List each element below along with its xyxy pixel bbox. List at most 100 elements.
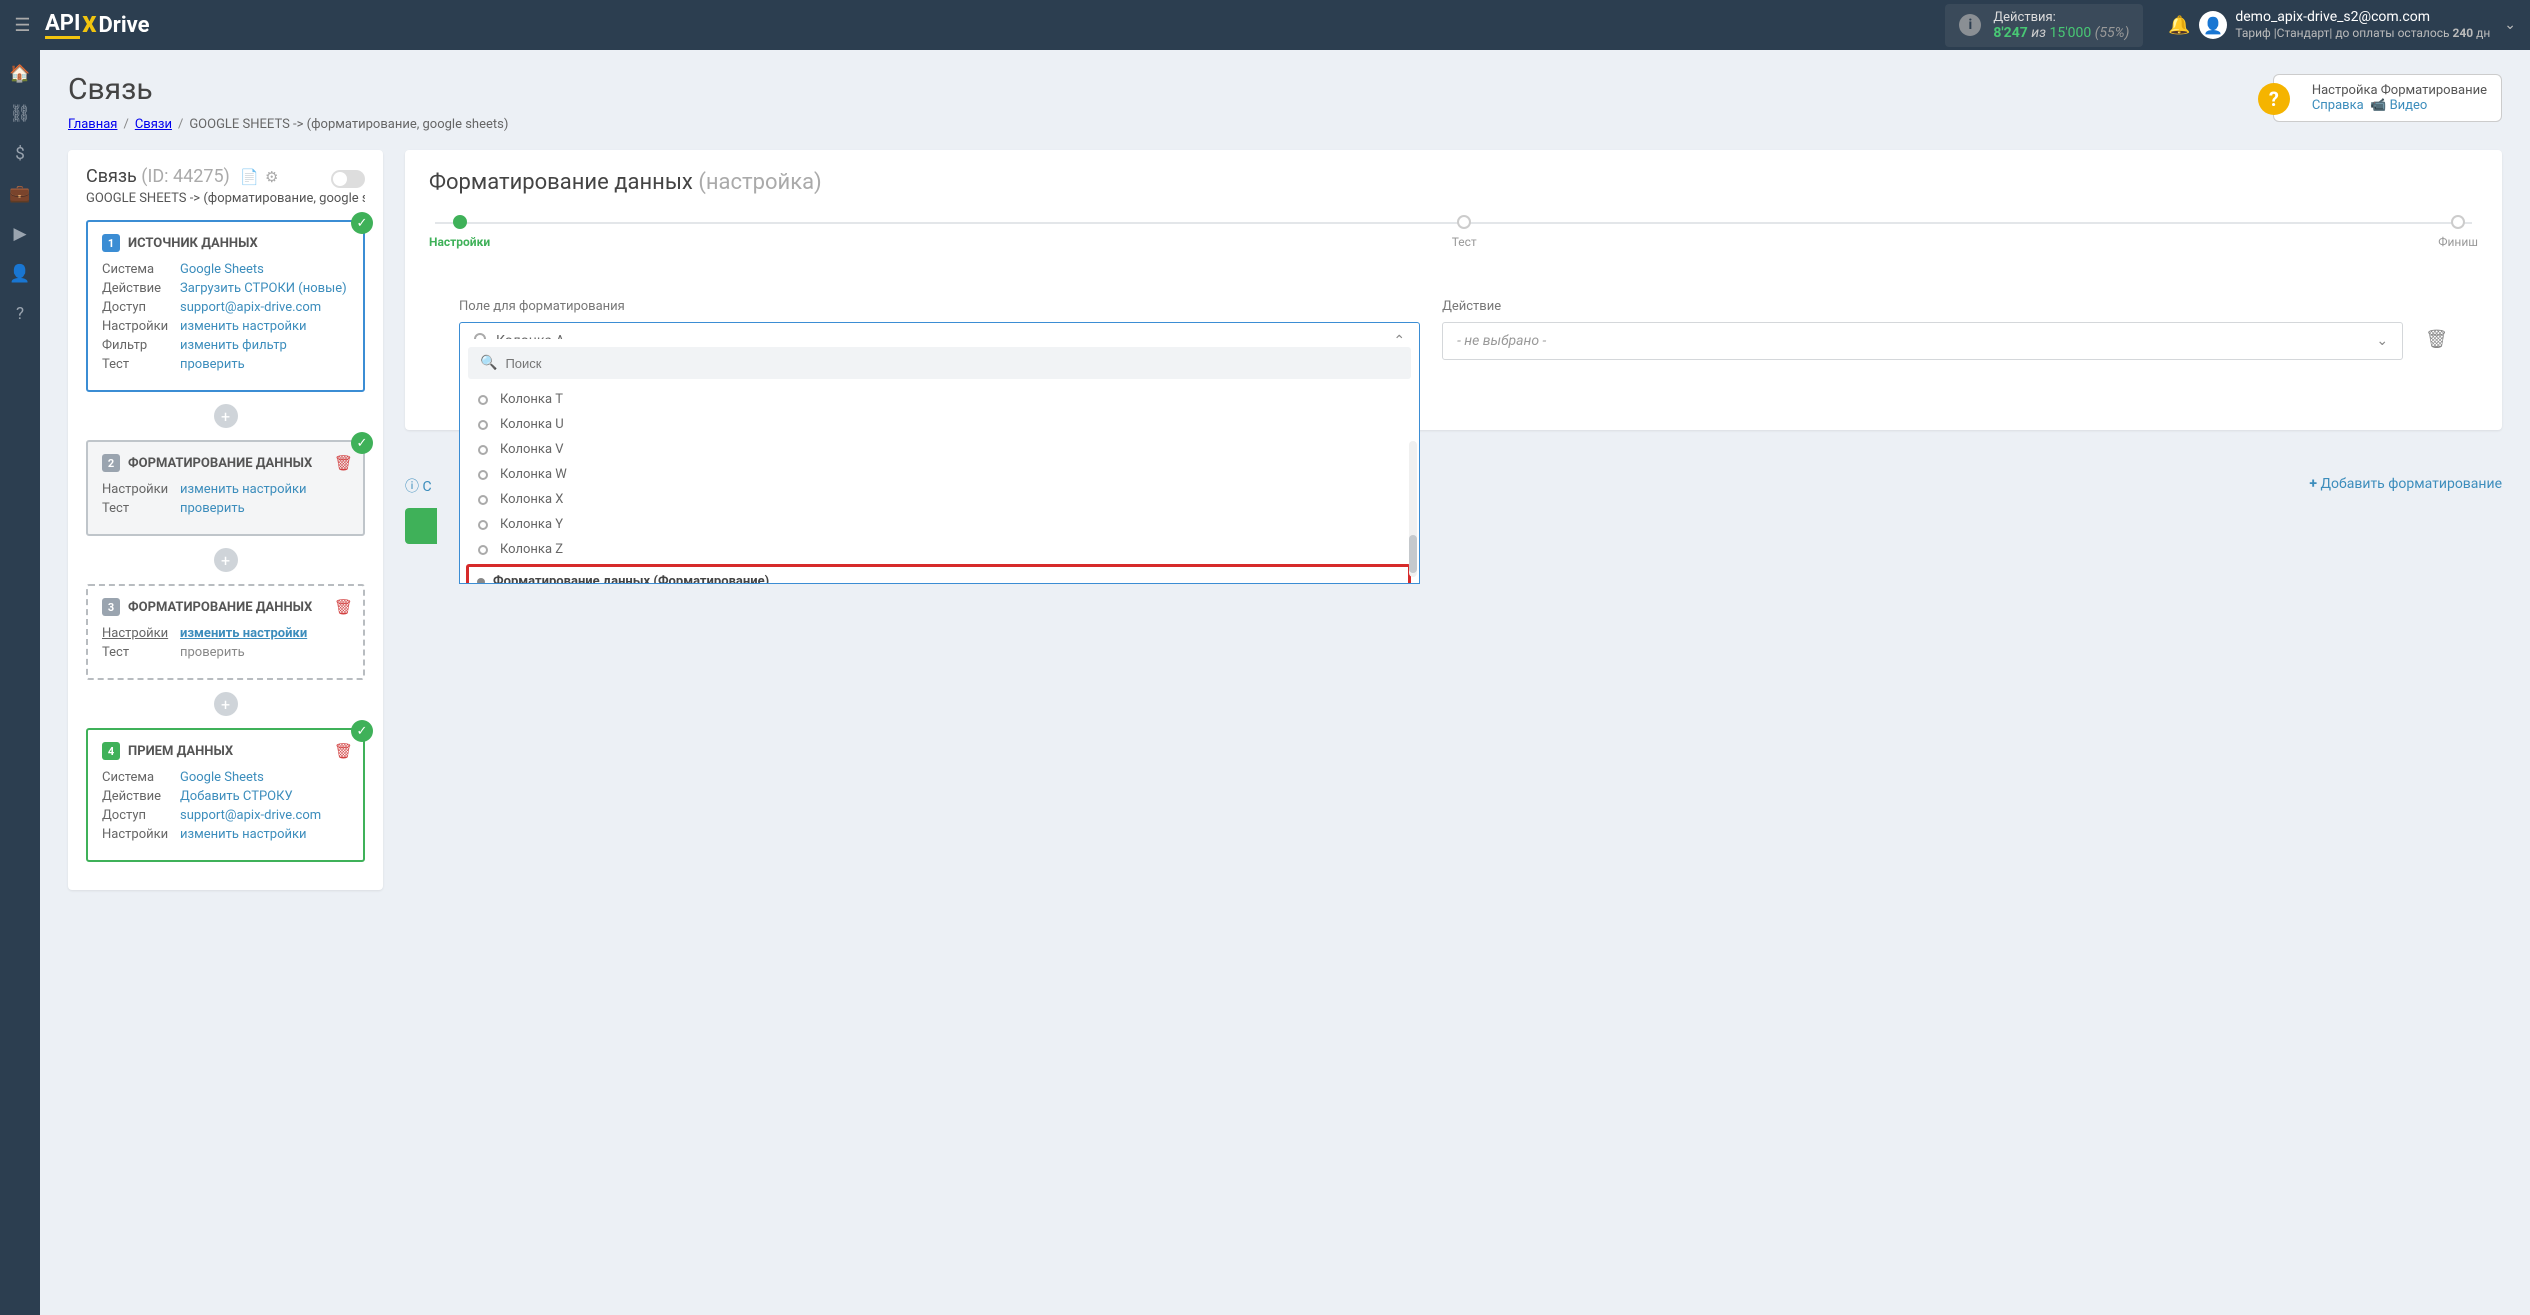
- logo-text-x: X: [82, 13, 96, 38]
- avatar-icon: 👤: [2199, 11, 2227, 39]
- dropdown-scrollbar[interactable]: [1409, 441, 1417, 577]
- clear-link[interactable]: С: [422, 479, 431, 495]
- connection-header: Связь (ID: 44275) 📄⚙: [86, 166, 365, 187]
- source-filter-link[interactable]: изменить фильтр: [180, 338, 287, 353]
- option-col-x[interactable]: Колонка X: [460, 487, 1419, 512]
- dropdown-search[interactable]: 🔍: [468, 347, 1411, 379]
- user-menu[interactable]: 👤 demo_apix-drive_s2@com.com Тариф |Стан…: [2199, 9, 2530, 40]
- option-group-formatting[interactable]: Форматирование данных (Форматирование): [469, 569, 1408, 583]
- youtube-icon[interactable]: ▶: [13, 224, 26, 244]
- option-col-v[interactable]: Колонка V: [460, 437, 1419, 462]
- help-video-link[interactable]: Видео: [2390, 98, 2428, 113]
- format2-settings-link[interactable]: изменить настройки: [180, 626, 307, 641]
- actions-pct: (55%): [2095, 25, 2130, 41]
- action-select[interactable]: - не выбрано - ⌄: [1442, 322, 2403, 360]
- document-icon[interactable]: 📄: [240, 168, 259, 186]
- info-icon: ⓘ: [405, 479, 419, 495]
- side-nav: 🏠 ⛓ $ 💼 ▶ 👤 ?: [0, 50, 40, 1315]
- help-icon[interactable]: ?: [16, 304, 24, 324]
- logo[interactable]: APIXDrive: [45, 11, 150, 39]
- format1-test-link[interactable]: проверить: [180, 501, 245, 516]
- check-icon: ✓: [351, 720, 373, 742]
- option-col-u[interactable]: Колонка U: [460, 412, 1419, 437]
- add-step-button-3[interactable]: +: [214, 692, 238, 716]
- dest-access-link[interactable]: support@apix-drive.com: [180, 808, 321, 823]
- format-title: Форматирование данных (настройка): [429, 170, 2478, 195]
- format2-test-link[interactable]: проверить: [180, 645, 245, 660]
- search-input[interactable]: [505, 356, 1399, 371]
- highlighted-group: Форматирование данных (Форматирование) К…: [466, 564, 1411, 583]
- logo-text-b: Drive: [98, 13, 149, 38]
- stepper-dot-3[interactable]: [2451, 215, 2465, 229]
- step-dest-title: ПРИЕМ ДАННЫХ: [128, 744, 233, 759]
- step-format-1[interactable]: ✓ 🗑 2ФОРМАТИРОВАНИЕ ДАННЫХ Настройкиизме…: [86, 440, 365, 536]
- breadcrumb-home[interactable]: Главная: [68, 117, 117, 132]
- dest-settings-link[interactable]: изменить настройки: [180, 827, 307, 842]
- check-icon: ✓: [351, 432, 373, 454]
- dropdown-list[interactable]: Колонка T Колонка U Колонка V Колонка W …: [460, 387, 1419, 583]
- info-icon: i: [1959, 14, 1981, 36]
- stepper-dot-1[interactable]: [453, 215, 467, 229]
- trash-icon[interactable]: 🗑: [334, 454, 353, 472]
- gear-icon[interactable]: ⚙: [265, 168, 278, 186]
- add-step-button-2[interactable]: +: [214, 548, 238, 572]
- dest-system-link[interactable]: Google Sheets: [180, 770, 264, 785]
- trash-icon[interactable]: 🗑: [334, 742, 353, 760]
- source-test-link[interactable]: проверить: [180, 357, 245, 372]
- format-panel: Форматирование данных (настройка) Настро…: [405, 150, 2502, 430]
- connection-panel: Связь (ID: 44275) 📄⚙ GOOGLE SHEETS -> (ф…: [68, 150, 383, 890]
- logo-text-a: API: [45, 11, 80, 39]
- help-reference-link[interactable]: Справка: [2312, 98, 2364, 113]
- source-settings-link[interactable]: изменить настройки: [180, 319, 307, 334]
- step-format1-title: ФОРМАТИРОВАНИЕ ДАННЫХ: [128, 456, 312, 471]
- actions-total: 15'000: [2049, 25, 2091, 41]
- actions-of: из: [2031, 25, 2046, 41]
- user-email: demo_apix-drive_s2@com.com: [2235, 9, 2490, 26]
- option-col-w[interactable]: Колонка W: [460, 462, 1419, 487]
- stepper: Настройки Тест Финиш: [429, 215, 2478, 249]
- add-formatting-link[interactable]: + Добавить форматирование: [2309, 476, 2502, 492]
- page-title: Связь: [68, 72, 2502, 107]
- continue-button[interactable]: [405, 508, 437, 544]
- format1-settings-link[interactable]: изменить настройки: [180, 482, 307, 497]
- option-col-z[interactable]: Колонка Z: [460, 537, 1419, 562]
- step-source[interactable]: ✓ 1ИСТОЧНИК ДАННЫХ СистемаGoogle Sheets …: [86, 220, 365, 392]
- menu-toggle-icon[interactable]: ☰: [0, 15, 45, 36]
- connection-path: GOOGLE SHEETS -> (форматирование, google…: [86, 191, 365, 206]
- action-label: Действие: [1442, 299, 2403, 314]
- actions-used: 8'247: [1993, 25, 2027, 41]
- check-icon: ✓: [351, 212, 373, 234]
- bell-icon[interactable]: 🔔: [2159, 15, 2199, 36]
- trash-icon[interactable]: 🗑: [334, 598, 353, 616]
- step-destination[interactable]: ✓ 🗑 4ПРИЕМ ДАННЫХ СистемаGoogle Sheets Д…: [86, 728, 365, 862]
- step-format-2[interactable]: 🗑 3ФОРМАТИРОВАНИЕ ДАННЫХ Настройкиизмени…: [86, 584, 365, 680]
- video-icon: 📹: [2370, 98, 2386, 113]
- sitemap-icon[interactable]: ⛓: [9, 104, 31, 124]
- add-step-button-1[interactable]: +: [214, 404, 238, 428]
- chevron-down-icon: ⌄: [2504, 17, 2516, 33]
- home-icon[interactable]: 🏠: [9, 64, 30, 84]
- search-icon: 🔍: [480, 355, 497, 371]
- question-icon[interactable]: ?: [2258, 83, 2290, 115]
- briefcase-icon[interactable]: 💼: [9, 184, 30, 204]
- source-action-link[interactable]: Загрузить СТРОКИ (новые): [180, 281, 347, 296]
- option-col-t[interactable]: Колонка T: [460, 387, 1419, 412]
- stepper-dot-2[interactable]: [1457, 215, 1471, 229]
- delete-row-button[interactable]: 🗑: [2425, 329, 2448, 350]
- step-source-title: ИСТОЧНИК ДАННЫХ: [128, 236, 258, 251]
- step-format2-title: ФОРМАТИРОВАНИЕ ДАННЫХ: [128, 600, 312, 615]
- breadcrumb-links[interactable]: Связи: [135, 117, 172, 132]
- user-icon[interactable]: 👤: [9, 264, 30, 284]
- field-dropdown: 🔍 Колонка T Колонка U Колонка V Колонка …: [459, 339, 1420, 584]
- source-access-link[interactable]: support@apix-drive.com: [180, 300, 321, 315]
- user-tariff: Тариф |Стандарт| до оплаты осталось 240 …: [2235, 26, 2490, 40]
- connection-toggle[interactable]: [331, 170, 365, 188]
- actions-usage-chip[interactable]: i Действия: 8'247 из 15'000 (55%): [1945, 4, 2143, 47]
- dest-action-link[interactable]: Добавить СТРОКУ: [180, 789, 293, 804]
- dollar-icon[interactable]: $: [15, 144, 25, 164]
- option-col-y[interactable]: Колонка Y: [460, 512, 1419, 537]
- stepper-label-1: Настройки: [429, 235, 490, 249]
- stepper-label-3: Финиш: [2438, 235, 2478, 249]
- source-system-link[interactable]: Google Sheets: [180, 262, 264, 277]
- breadcrumb: Главная/Связи/GOOGLE SHEETS -> (форматир…: [68, 117, 2502, 132]
